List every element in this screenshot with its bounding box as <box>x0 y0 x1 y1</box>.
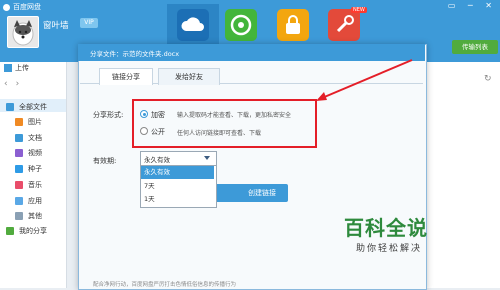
share-circle-icon[interactable] <box>225 9 257 41</box>
bt-icon <box>15 165 23 173</box>
validity-option[interactable]: 永久有效 <box>141 166 214 179</box>
sidebar-item-music[interactable]: 音乐 <box>15 180 42 190</box>
dialog-footnote: 配合净网行动，百度网盘严厉打击色情低俗信息的传播行为 <box>93 282 237 288</box>
other-icon <box>15 212 23 220</box>
validity-select-value: 永久有效 <box>144 156 170 164</box>
dog-avatar-icon <box>8 17 38 47</box>
sidebar-item-images[interactable]: 图片 <box>15 117 42 127</box>
sidebar-item-my-shares[interactable]: 我的分享 <box>6 226 47 236</box>
sidebar-item-apps[interactable]: 应用 <box>15 196 42 206</box>
upload-icon <box>4 64 12 72</box>
chevron-down-icon[interactable] <box>204 156 210 160</box>
tab-send-to-friend[interactable]: 发给好友 <box>158 68 220 85</box>
sidebar-item-label: 其他 <box>28 212 42 220</box>
validity-option[interactable]: 1天 <box>141 193 214 206</box>
upload-button[interactable]: 上传 <box>4 62 29 74</box>
image-icon <box>15 118 23 126</box>
file-area-background <box>426 62 500 288</box>
tools-icon[interactable] <box>328 9 360 41</box>
validity-label: 有效期: <box>93 157 117 165</box>
history-nav[interactable]: ‹› <box>4 79 27 89</box>
app-title-text: 百度网盘 <box>13 3 41 11</box>
sidebar-item-label: 全部文件 <box>19 103 47 111</box>
transfer-list-button[interactable]: 传输列表 <box>452 40 498 54</box>
new-badge: NEW <box>351 7 367 13</box>
sidebar-item-docs[interactable]: 文档 <box>15 133 42 143</box>
sidebar-item-label: 音乐 <box>28 181 42 189</box>
sidebar-item-label: 文档 <box>28 134 42 142</box>
sidebar-item-videos[interactable]: 视频 <box>15 148 42 158</box>
sidebar-item-torrents[interactable]: 种子 <box>15 164 42 174</box>
video-icon <box>15 149 23 157</box>
app-icon <box>15 197 23 205</box>
safe-box-icon[interactable] <box>277 9 309 41</box>
sidebar-item-label: 我的分享 <box>19 227 47 235</box>
upload-label: 上传 <box>15 64 29 72</box>
share-form-label: 分享形式: <box>93 111 124 119</box>
app-title: 百度网盘 <box>3 2 41 12</box>
dialog-title: 分享文件：示范的文件夹.docx <box>90 50 180 58</box>
watermark-title: 百科全说 <box>344 216 428 240</box>
create-link-button[interactable]: 创建链接 <box>212 184 288 202</box>
username: 窗叶墙 <box>43 21 69 31</box>
avatar[interactable] <box>7 16 39 48</box>
refresh-icon[interactable]: ↻ <box>484 74 494 84</box>
sidebar-item-label: 种子 <box>28 165 42 173</box>
window-controls[interactable]: ▭ ─ ✕ <box>448 1 497 10</box>
vip-badge[interactable]: VIP <box>80 18 98 28</box>
folder-icon <box>6 103 14 111</box>
validity-option[interactable]: 7天 <box>141 180 214 193</box>
tab-link-share[interactable]: 链接分享 <box>99 68 153 85</box>
sidebar-item-label: 视频 <box>28 149 42 157</box>
document-icon <box>15 134 23 142</box>
sidebar <box>0 62 67 288</box>
annotation-highlight-box <box>132 99 317 148</box>
sidebar-item-other[interactable]: 其他 <box>15 211 42 221</box>
sidebar-item-all-files[interactable]: 全部文件 <box>6 102 47 112</box>
music-icon <box>15 181 23 189</box>
app-logo-icon <box>3 3 10 11</box>
share-icon <box>6 227 14 235</box>
cloud-icon[interactable] <box>177 9 209 41</box>
watermark-subtitle: 助你轻松解决 <box>356 244 423 254</box>
sidebar-item-label: 图片 <box>28 118 42 126</box>
sidebar-item-label: 应用 <box>28 197 42 205</box>
